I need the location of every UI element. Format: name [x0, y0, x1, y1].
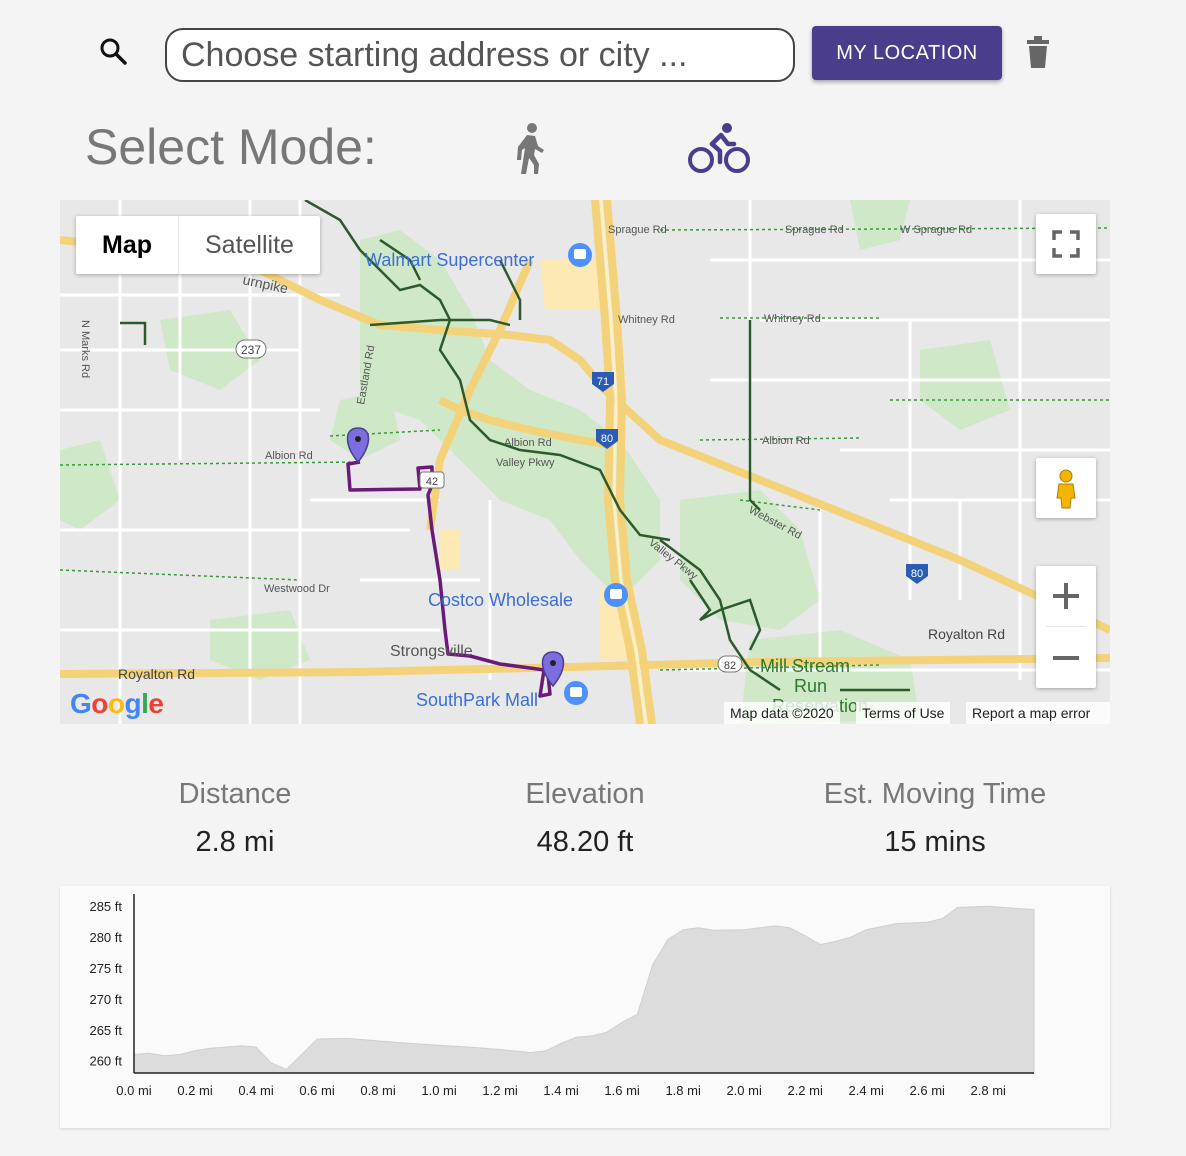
x-tick-label: 0.8 mi: [360, 1083, 396, 1098]
y-tick-label: 285 ft: [89, 899, 122, 914]
elevation-chart: 260 ft 265 ft 270 ft 275 ft 280 ft 285 ft 0.0 …: [60, 886, 1110, 1128]
search-icon: [98, 36, 130, 68]
x-tick-label: 2.8 mi: [971, 1083, 1007, 1098]
svg-text:80: 80: [911, 568, 923, 580]
svg-text:W Sprague Rd: W Sprague Rd: [900, 224, 972, 236]
svg-text:Sprague Rd: Sprague Rd: [785, 224, 844, 236]
zoom-control: [1036, 566, 1096, 688]
y-tick-label: 260 ft: [89, 1054, 122, 1069]
royalton-right-label: Royalton Rd: [928, 626, 1005, 642]
zoom-out-button[interactable]: [1036, 628, 1096, 688]
y-tick-label: 265 ft: [89, 1023, 122, 1038]
moving-time-value: 15 mins: [884, 826, 986, 858]
royalton-left-label: Royalton Rd: [118, 666, 195, 682]
walmart-label: Walmart Supercenter: [365, 250, 534, 270]
moving-time-label: Est. Moving Time: [823, 778, 1047, 810]
svg-text:Albion Rd: Albion Rd: [762, 435, 810, 447]
x-tick-label: 1.0 mi: [421, 1083, 457, 1098]
costco-label: Costco Wholesale: [428, 590, 573, 610]
pegman-icon: [1056, 469, 1076, 509]
distance-label: Distance: [178, 778, 292, 810]
x-tick-label: 1.6 mi: [604, 1083, 640, 1098]
map-attribution: Map data ©2020: [724, 702, 840, 724]
svg-text:71: 71: [597, 376, 609, 388]
x-tick-label: 1.8 mi: [665, 1083, 701, 1098]
satellite-view-button[interactable]: Satellite: [178, 216, 320, 274]
x-tick-label: 0.2 mi: [177, 1083, 213, 1098]
y-tick-label: 270 ft: [89, 992, 122, 1007]
plus-icon: [1053, 583, 1079, 609]
route-map[interactable]: 237 71 80 80 42 82 Walmart Supercenter C…: [60, 200, 1110, 724]
bike-icon[interactable]: [688, 122, 750, 174]
svg-text:80: 80: [601, 433, 613, 445]
x-tick-label: 2.4 mi: [849, 1083, 885, 1098]
x-tick-label: 1.4 mi: [543, 1083, 579, 1098]
shield-237-label: 237: [241, 343, 261, 357]
svg-text:82: 82: [724, 660, 736, 672]
y-tick-label: 280 ft: [89, 930, 122, 945]
svg-text:Albion Rd: Albion Rd: [504, 437, 552, 449]
trash-icon[interactable]: [1024, 36, 1052, 70]
distance-value: 2.8 mi: [195, 826, 275, 858]
x-tick-label: 0.6 mi: [299, 1083, 335, 1098]
svg-text:Valley Pkwy: Valley Pkwy: [496, 457, 555, 469]
millstream-label: Mill Stream: [760, 656, 850, 676]
svg-text:Whitney Rd: Whitney Rd: [764, 313, 821, 325]
google-logo: Google: [70, 688, 164, 719]
y-tick-label: 275 ft: [89, 961, 122, 976]
x-tick-label: 2.2 mi: [787, 1083, 823, 1098]
svg-text:N Marks Rd: N Marks Rd: [79, 320, 91, 378]
elevation-label: Elevation: [525, 778, 645, 810]
zoom-in-button[interactable]: [1036, 566, 1096, 626]
walk-icon[interactable]: [508, 122, 550, 176]
southpark-label: SouthPark Mall: [416, 690, 538, 710]
elevation-value: 48.20 ft: [536, 826, 634, 858]
strongsville-label: Strongsville: [390, 643, 473, 660]
svg-text:Westwood Dr: Westwood Dr: [264, 583, 330, 595]
svg-text:Sprague Rd: Sprague Rd: [608, 224, 667, 236]
report-map-error-link[interactable]: Report a map error: [966, 702, 1110, 724]
select-mode-label: Select Mode:: [85, 119, 377, 175]
run-label: Run: [794, 676, 827, 696]
x-tick-label: 1.2 mi: [482, 1083, 518, 1098]
map-type-control: Map Satellite: [76, 216, 320, 274]
terms-link[interactable]: Terms of Use: [856, 702, 951, 724]
svg-text:42: 42: [426, 476, 438, 488]
my-location-button[interactable]: MY LOCATION: [812, 26, 1002, 80]
svg-text:Whitney Rd: Whitney Rd: [618, 314, 675, 326]
map-view-button[interactable]: Map: [76, 216, 178, 274]
fullscreen-button[interactable]: [1036, 214, 1096, 274]
svg-text:Albion Rd: Albion Rd: [265, 450, 313, 462]
x-tick-label: 0.4 mi: [238, 1083, 274, 1098]
minus-icon: [1053, 656, 1079, 660]
x-tick-label: 0.0 mi: [116, 1083, 152, 1098]
fullscreen-icon: [1052, 230, 1080, 258]
x-tick-label: 2.6 mi: [910, 1083, 946, 1098]
elevation-area: [133, 905, 1035, 1074]
search-input[interactable]: [165, 28, 795, 82]
x-tick-label: 2.0 mi: [726, 1083, 762, 1098]
street-view-pegman[interactable]: [1036, 458, 1096, 518]
